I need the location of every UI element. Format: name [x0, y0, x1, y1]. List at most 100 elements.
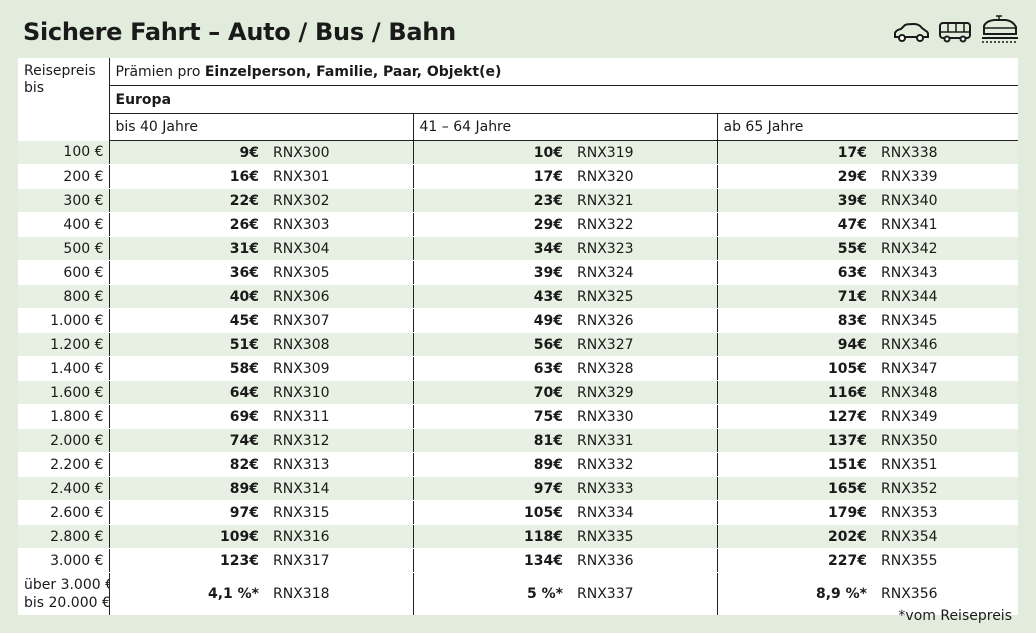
tariff-code-cell: RNX349 — [867, 404, 1019, 429]
premium-cell: 63€ — [413, 356, 563, 381]
premium-cell: 202€ — [717, 524, 867, 549]
premium-cell: 134€ — [413, 548, 563, 573]
premium-cell: 22€ — [109, 188, 259, 213]
tariff-code-cell: RNX333 — [563, 476, 718, 501]
tariff-code-cell: RNX347 — [867, 356, 1019, 381]
tariff-code-cell: RNX345 — [867, 308, 1019, 333]
premium-cell: 71€ — [717, 284, 867, 309]
page-title: Sichere Fahrt – Auto / Bus / Bahn — [23, 18, 456, 46]
tariff-code-cell: RNX314 — [259, 476, 414, 501]
table-row: 1.000 €45€ RNX307 49€ RNX326 83€ RNX345 — [18, 308, 1019, 333]
tariff-code-cell: RNX346 — [867, 332, 1019, 357]
table-row: 2.400 €89€ RNX314 97€ RNX333 165€ RNX352 — [18, 476, 1019, 501]
tariff-code-cell: RNX302 — [259, 188, 414, 213]
premium-cell: 227€ — [717, 548, 867, 573]
premium-cell: 127€ — [717, 404, 867, 429]
transport-icons — [892, 14, 1020, 44]
tariff-code-cell: RNX300 — [259, 140, 414, 165]
age-group-header: 41 – 64 Jahre — [412, 113, 717, 141]
table-row: 1.600 €64€ RNX310 70€ RNX329 116€ RNX348 — [18, 380, 1019, 405]
reisepreis-cell: 1.400 € — [18, 356, 110, 381]
table-row: 3.000 €123€ RNX317 134€ RNX336 227€ RNX355 — [18, 548, 1019, 573]
premium-cell: 49€ — [413, 308, 563, 333]
premium-cell: 105€ — [413, 500, 563, 525]
tariff-code-cell: RNX350 — [867, 428, 1019, 453]
premium-cell: 55€ — [717, 236, 867, 261]
tariff-code-cell: RNX341 — [867, 212, 1019, 237]
age-group-header: ab 65 Jahre — [716, 113, 1019, 141]
table-row: 800 €40€ RNX306 43€ RNX325 71€ RNX344 — [18, 284, 1019, 309]
table-row: 500 €31€ RNX304 34€ RNX323 55€ RNX342 — [18, 236, 1019, 261]
premium-cell: 74€ — [109, 428, 259, 453]
premium-cell: 5 %* — [413, 572, 563, 615]
premium-cell: 165€ — [717, 476, 867, 501]
table-row: 2.600 €97€ RNX315 105€ RNX334 179€ RNX353 — [18, 500, 1019, 525]
reisepreis-cell: 600 € — [18, 260, 110, 285]
reisepreis-cell: 1.800 € — [18, 404, 110, 429]
premium-cell: 47€ — [717, 212, 867, 237]
tariff-code-cell: RNX326 — [563, 308, 718, 333]
table-row: 100 €9€ RNX300 10€ RNX319 17€ RNX338 — [18, 140, 1019, 165]
tariff-code-cell: RNX355 — [867, 548, 1019, 573]
reisepreis-cell: 400 € — [18, 212, 110, 237]
table-row: 1.800 €69€ RNX311 75€ RNX330 127€ RNX349 — [18, 404, 1019, 429]
reisepreis-cell: 2.000 € — [18, 428, 110, 453]
table-row: 2.200 €82€ RNX313 89€ RNX332 151€ RNX351 — [18, 452, 1019, 477]
tariff-code-cell: RNX321 — [563, 188, 718, 213]
reisepreis-cell: 2.200 € — [18, 452, 110, 477]
premium-cell: 43€ — [413, 284, 563, 309]
premium-cell: 64€ — [109, 380, 259, 405]
tariff-code-cell: RNX313 — [259, 452, 414, 477]
reisepreis-cell: 2.800 € — [18, 524, 110, 549]
table-row: 1.400 €58€ RNX309 63€ RNX328 105€ RNX347 — [18, 356, 1019, 381]
region-header: Europa — [109, 85, 1019, 114]
premium-cell: 8,9 %* — [717, 572, 867, 615]
tariff-code-cell: RNX338 — [867, 140, 1019, 165]
tariff-code-cell: RNX307 — [259, 308, 414, 333]
reisepreis-cell: 200 € — [18, 164, 110, 189]
premium-cell: 116€ — [717, 380, 867, 405]
premium-cell: 34€ — [413, 236, 563, 261]
tariff-code-cell: RNX328 — [563, 356, 718, 381]
premium-cell: 97€ — [109, 500, 259, 525]
premium-cell: 40€ — [109, 284, 259, 309]
tariff-code-cell: RNX332 — [563, 452, 718, 477]
tariff-code-cell: RNX315 — [259, 500, 414, 525]
premium-cell: 4,1 %* — [109, 572, 259, 615]
tariff-code-cell: RNX352 — [867, 476, 1019, 501]
premium-cell: 29€ — [413, 212, 563, 237]
premium-cell: 63€ — [717, 260, 867, 285]
tariff-code-cell: RNX351 — [867, 452, 1019, 477]
premium-cell: 105€ — [717, 356, 867, 381]
tariff-code-cell: RNX319 — [563, 140, 718, 165]
premium-cell: 89€ — [413, 452, 563, 477]
table-row: 1.200 €51€ RNX308 56€ RNX327 94€ RNX346 — [18, 332, 1019, 357]
premium-cell: 26€ — [109, 212, 259, 237]
premium-cell: 17€ — [717, 140, 867, 165]
tariff-code-cell: RNX317 — [259, 548, 414, 573]
table-row: 300 €22€ RNX302 23€ RNX321 39€ RNX340 — [18, 188, 1019, 213]
tariff-code-cell: RNX334 — [563, 500, 718, 525]
tariff-code-cell: RNX305 — [259, 260, 414, 285]
bus-icon — [938, 20, 972, 44]
tariff-code-cell: RNX325 — [563, 284, 718, 309]
tariff-code-cell: RNX348 — [867, 380, 1019, 405]
premium-cell: 39€ — [717, 188, 867, 213]
tariff-code-cell: RNX354 — [867, 524, 1019, 549]
premium-cell: 23€ — [413, 188, 563, 213]
tariff-code-cell: RNX343 — [867, 260, 1019, 285]
tariff-code-cell: RNX303 — [259, 212, 414, 237]
tariff-code-cell: RNX339 — [867, 164, 1019, 189]
train-icon — [980, 14, 1020, 44]
premium-table: Reisepreis bis Prämien pro Einzelperson, … — [18, 58, 1019, 615]
tariff-code-cell: RNX340 — [867, 188, 1019, 213]
premium-cell: 56€ — [413, 332, 563, 357]
tariff-code-cell: RNX306 — [259, 284, 414, 309]
premium-cell: 89€ — [109, 476, 259, 501]
tariff-code-cell: RNX322 — [563, 212, 718, 237]
premium-cell: 58€ — [109, 356, 259, 381]
table-row: 600 €36€ RNX305 39€ RNX324 63€ RNX343 — [18, 260, 1019, 285]
table-row: 2.000 €74€ RNX312 81€ RNX331 137€ RNX350 — [18, 428, 1019, 453]
praemien-header: Prämien pro Einzelperson, Familie, Paar,… — [109, 58, 1019, 86]
tariff-code-cell: RNX335 — [563, 524, 718, 549]
